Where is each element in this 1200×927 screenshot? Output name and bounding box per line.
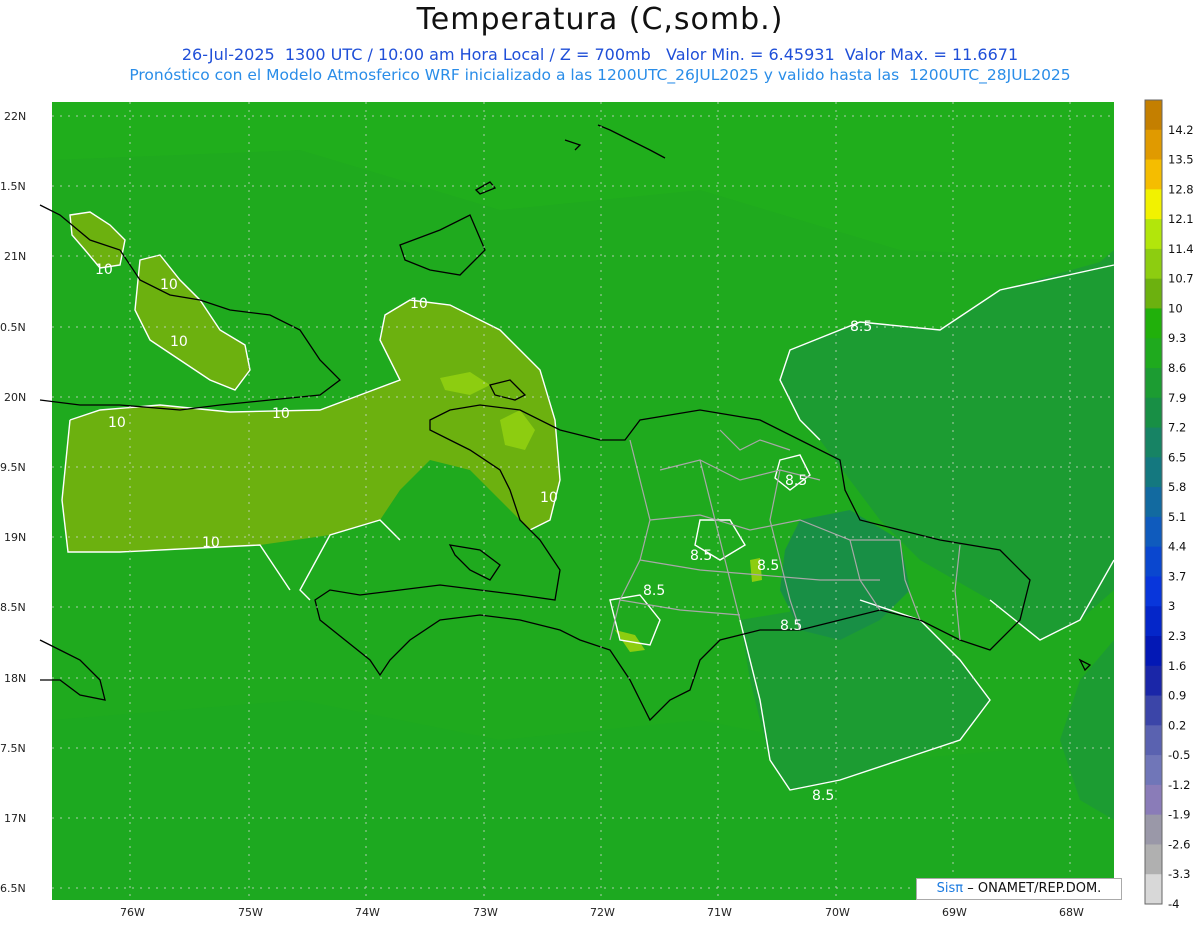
colorbar-label: -3.3 xyxy=(1168,867,1190,881)
lon-label: 70W xyxy=(825,906,850,919)
contour-label-8-5: 8.5 xyxy=(690,548,712,564)
colorbar-label: 6.5 xyxy=(1168,450,1186,464)
lat-label: 20N xyxy=(4,391,26,404)
colorbar-swatch xyxy=(1145,159,1162,190)
colorbar-label: 4.4 xyxy=(1168,540,1186,554)
colorbar-swatch xyxy=(1145,427,1162,458)
lat-label: 8.5N xyxy=(0,601,26,614)
colorbar-label: 7.9 xyxy=(1168,391,1186,405)
colorbar-swatch xyxy=(1145,695,1162,726)
colorbar-swatch xyxy=(1145,665,1162,697)
colorbar-swatch xyxy=(1145,487,1162,518)
colorbar-swatch xyxy=(1145,844,1162,875)
lat-label: 18N xyxy=(4,672,26,685)
colorbar-label: 5.1 xyxy=(1168,510,1186,524)
contour-label-10: 10 xyxy=(160,277,178,293)
lon-label: 68W xyxy=(1059,906,1084,919)
colorbar-swatch xyxy=(1145,129,1162,161)
lon-label: 76W xyxy=(120,906,145,919)
colorbar-swatch xyxy=(1145,606,1162,637)
contour-label-8-5: 8.5 xyxy=(780,618,802,634)
colorbar-swatch xyxy=(1145,189,1162,220)
colorbar-label: 0.9 xyxy=(1168,689,1186,703)
latitude-axis: 22N 1.5N 21N 0.5N 20N 9.5N 19N 8.5N 18N … xyxy=(0,110,26,895)
colorbar-label: 13.5 xyxy=(1168,153,1194,167)
colorbar-swatch xyxy=(1145,636,1162,667)
colorbar-label: -4 xyxy=(1168,897,1179,911)
colorbar-label: -1.9 xyxy=(1168,808,1190,822)
colorbar-label: 11.4 xyxy=(1168,242,1194,256)
lat-label: 7.5N xyxy=(0,742,26,755)
contour-label-8-5: 8.5 xyxy=(643,583,665,599)
colorbar-swatch xyxy=(1145,308,1162,339)
colorbar-swatch xyxy=(1145,755,1162,786)
colorbar-label: -0.5 xyxy=(1168,748,1190,762)
colorbar-swatch xyxy=(1145,784,1162,816)
contour-label-10: 10 xyxy=(170,334,188,350)
lat-label: 21N xyxy=(4,250,26,263)
contour-label-10: 10 xyxy=(108,415,126,431)
colorbar-label: 12.1 xyxy=(1168,212,1194,226)
colorbar-label: 7.2 xyxy=(1168,421,1186,435)
contour-label-8-5: 8.5 xyxy=(757,558,779,574)
credit-text: – ONAMET/REP.DOM. xyxy=(967,881,1102,896)
colorbar-swatch xyxy=(1145,100,1162,131)
colorbar-swatch xyxy=(1145,368,1162,399)
lon-label: 69W xyxy=(942,906,967,919)
colorbar-label: 5.8 xyxy=(1168,480,1186,494)
contour-label-8-5: 8.5 xyxy=(812,788,834,804)
colorbar-label: 3 xyxy=(1168,599,1175,613)
lat-label: 19N xyxy=(4,531,26,544)
colorbar-label: 0.2 xyxy=(1168,718,1186,732)
credit-box: Sisπ – ONAMET/REP.DOM. xyxy=(916,878,1122,900)
colorbar-label: 1.6 xyxy=(1168,659,1186,673)
lat-label: 0.5N xyxy=(0,321,26,334)
contour-label-10: 10 xyxy=(95,262,113,278)
lon-label: 71W xyxy=(707,906,732,919)
colorbar-swatch xyxy=(1145,278,1162,309)
lat-label: 6.5N xyxy=(0,882,26,895)
colorbar-label: 10 xyxy=(1168,301,1183,315)
colorbar-swatch xyxy=(1145,576,1162,607)
sispi-logo: Sisπ xyxy=(936,881,964,896)
colorbar-label: 14.2 xyxy=(1168,123,1194,137)
colorbar-label: 10.7 xyxy=(1168,272,1194,286)
contour-label-10: 10 xyxy=(272,406,290,422)
colorbar-swatch xyxy=(1145,457,1162,488)
colorbar-swatch xyxy=(1145,397,1162,429)
colorbar-swatch xyxy=(1145,338,1162,369)
colorbar-swatch xyxy=(1145,725,1162,756)
lat-label: 17N xyxy=(4,812,26,825)
colorbar-label: 12.8 xyxy=(1168,182,1194,196)
colorbar-swatch xyxy=(1145,814,1162,845)
lat-label: 9.5N xyxy=(0,461,26,474)
colorbar-label: 3.7 xyxy=(1168,569,1186,583)
temperature-map: 10 10 10 10 10 10 10 10 8.5 8.5 8.5 8.5 … xyxy=(0,99,1194,919)
colorbar-label: 9.3 xyxy=(1168,331,1186,345)
colorbar-swatch xyxy=(1145,546,1162,577)
contour-label-8-5: 8.5 xyxy=(850,319,872,335)
colorbar-label: -2.6 xyxy=(1168,837,1190,851)
colorbar-swatch xyxy=(1145,248,1162,280)
colorbar-swatch xyxy=(1145,516,1162,548)
colorbar-label: -1.2 xyxy=(1168,778,1190,792)
colorbar-label: 8.6 xyxy=(1168,361,1186,375)
colorbar-label: 2.3 xyxy=(1168,629,1186,643)
lon-label: 74W xyxy=(355,906,380,919)
lat-label: 1.5N xyxy=(0,180,26,193)
colorbar-swatch xyxy=(1145,219,1162,250)
colorbar-swatch xyxy=(1145,874,1162,905)
lon-label: 73W xyxy=(473,906,498,919)
lat-label: 22N xyxy=(4,110,26,123)
colorbar: 14.2 13.5 12.8 12.1 11.4 10.7 10 9.3 8.6 7.9 7.2 6.… xyxy=(1144,99,1194,911)
contour-label-10: 10 xyxy=(540,490,558,506)
contour-label-10: 10 xyxy=(410,296,428,312)
contour-label-8-5: 8.5 xyxy=(785,473,807,489)
contour-label-10: 10 xyxy=(202,535,220,551)
lon-label: 75W xyxy=(238,906,263,919)
longitude-axis: 76W 75W 74W 73W 72W 71W 70W 69W 68W xyxy=(120,906,1084,919)
lon-label: 72W xyxy=(590,906,615,919)
